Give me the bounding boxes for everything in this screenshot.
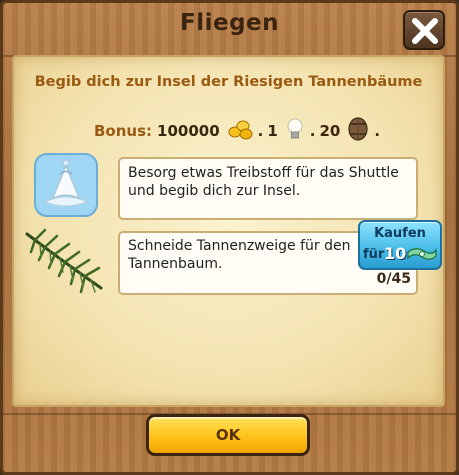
bonus-separator: . bbox=[257, 122, 264, 140]
barrel-icon bbox=[347, 117, 369, 145]
ok-button[interactable]: OK bbox=[146, 414, 310, 456]
buy-button-label: Kaufen bbox=[374, 226, 426, 241]
buy-button[interactable]: Kaufen für 10 bbox=[358, 220, 442, 270]
bonus-separator: . bbox=[309, 122, 316, 140]
bonus-coins-value: 100000 bbox=[157, 122, 220, 140]
shuttle-icon bbox=[33, 152, 99, 218]
task-text-2: Schneide Tannenzweige für den Tannenbaum… bbox=[128, 238, 351, 272]
task-description-1: Besorg etwas Treibstoff für das Shuttle … bbox=[118, 157, 418, 220]
buy-button-price: 10 bbox=[384, 244, 407, 263]
lightbulb-icon bbox=[285, 117, 305, 145]
dialog-title: Fliegen bbox=[179, 10, 279, 36]
bonus-bulbs-value: 1 bbox=[267, 122, 278, 140]
quest-subtitle: Begib dich zur Insel der Riesigen Tannen… bbox=[34, 74, 423, 90]
fir-branch-icon bbox=[21, 222, 109, 302]
bonus-end: . bbox=[374, 122, 381, 140]
task-text-1: Besorg etwas Treibstoff für das Shuttle … bbox=[128, 165, 399, 199]
bonus-label: Bonus: bbox=[94, 122, 153, 140]
bonus-row: Bonus: 100000 . 1 . 20 . bbox=[94, 117, 384, 144]
banknote-icon bbox=[407, 248, 437, 260]
gold-coins-icon bbox=[227, 118, 253, 144]
close-button[interactable] bbox=[403, 10, 445, 50]
buy-button-prefix: für bbox=[363, 247, 385, 262]
bonus-barrels-value: 20 bbox=[319, 122, 341, 140]
close-icon bbox=[412, 18, 438, 44]
task-progress: 0/45 bbox=[376, 271, 411, 287]
